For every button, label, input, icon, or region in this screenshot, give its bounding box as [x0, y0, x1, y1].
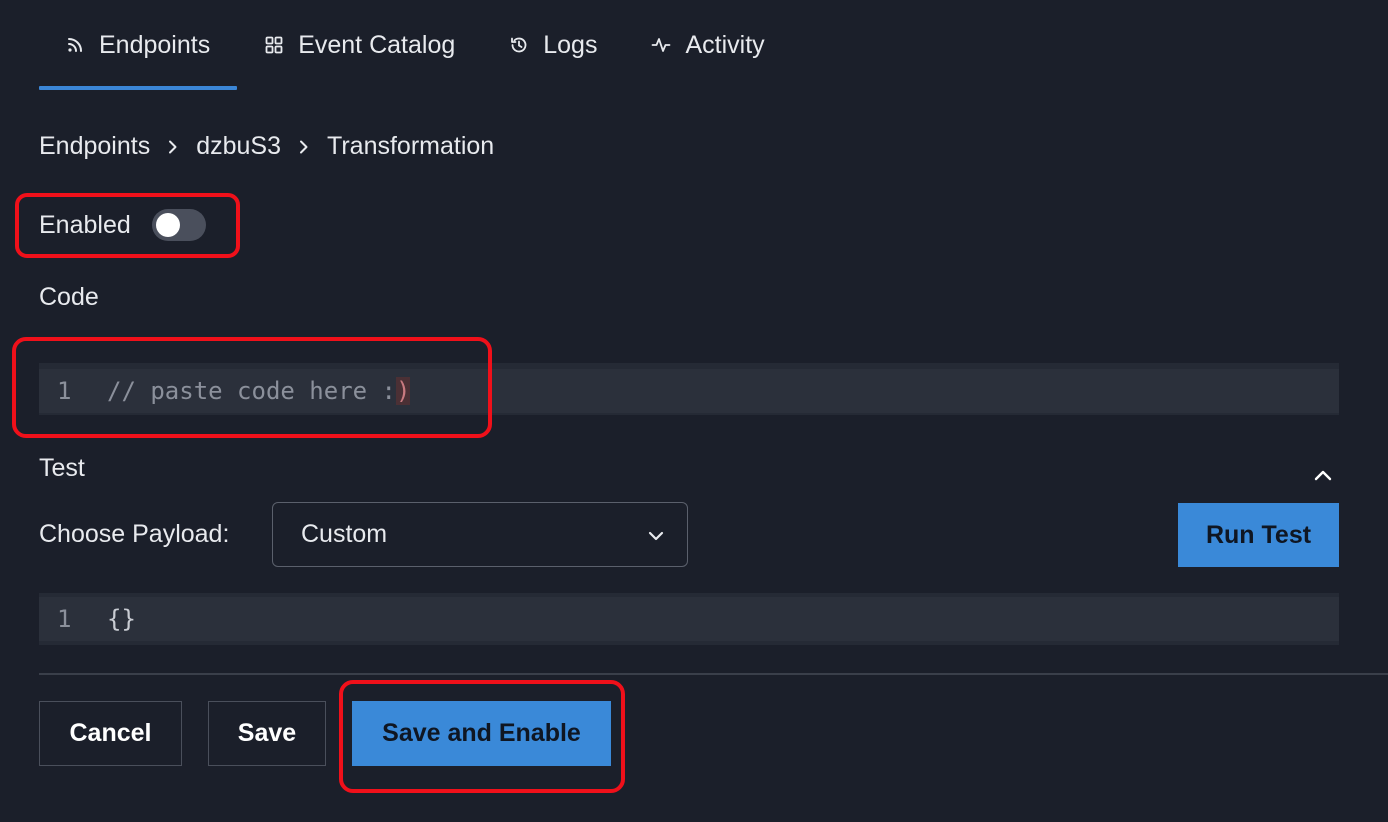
breadcrumb-endpoints[interactable]: Endpoints — [39, 132, 150, 161]
grid-icon — [265, 36, 283, 54]
breadcrumb-endpoint-name[interactable]: dzbuS3 — [196, 132, 281, 161]
save-and-enable-button[interactable]: Save and Enable — [352, 701, 611, 766]
tab-endpoints[interactable]: Endpoints — [39, 0, 238, 90]
save-button[interactable]: Save — [208, 701, 326, 766]
payload-editor[interactable]: 1 {} — [39, 593, 1339, 645]
toggle-knob — [155, 213, 180, 237]
chevron-up-icon[interactable] — [1310, 462, 1336, 488]
code-text: // paste code here :) — [107, 377, 411, 405]
line-number: 1 — [57, 605, 72, 633]
rss-icon — [68, 38, 82, 52]
enabled-row: Enabled — [39, 209, 206, 241]
code-paren: ) — [395, 377, 411, 405]
tab-label: Event Catalog — [298, 30, 456, 59]
activity-icon — [652, 38, 671, 52]
payload-label: Choose Payload: — [39, 520, 230, 548]
code-heading: Code — [39, 283, 99, 311]
line-number: 1 — [57, 377, 72, 405]
code-line: 1 // paste code here :) — [39, 369, 1339, 413]
test-heading: Test — [39, 454, 85, 482]
code-line: 1 {} — [39, 597, 1339, 641]
enabled-toggle[interactable] — [151, 209, 206, 241]
chevron-right-icon — [300, 140, 308, 153]
enabled-label: Enabled — [39, 210, 131, 239]
tab-activity[interactable]: Activity — [624, 0, 791, 90]
payload-select-value: Custom — [301, 520, 388, 548]
breadcrumb-current: Transformation — [327, 132, 495, 160]
divider — [39, 673, 1388, 675]
transformation-page: Endpoints Event Catalog Logs Activity En… — [0, 0, 1388, 822]
cancel-button[interactable]: Cancel — [39, 701, 182, 766]
code-editor[interactable]: 1 // paste code here :) — [39, 363, 1339, 415]
tab-label: Activity — [685, 30, 765, 59]
tab-event-catalog[interactable]: Event Catalog — [237, 0, 482, 90]
chevron-down-icon — [648, 531, 664, 541]
payload-code: {} — [107, 605, 136, 633]
breadcrumb: Endpoints dzbuS3 Transformation — [39, 132, 494, 161]
tab-logs[interactable]: Logs — [482, 0, 624, 90]
history-icon — [511, 37, 527, 53]
chevron-right-icon — [169, 140, 177, 153]
run-test-button[interactable]: Run Test — [1178, 503, 1339, 567]
top-tabs: Endpoints Event Catalog Logs Activity — [39, 0, 792, 90]
tab-label: Logs — [543, 30, 598, 59]
payload-select[interactable]: Custom — [272, 502, 688, 567]
tab-label: Endpoints — [99, 30, 211, 59]
code-comment: // paste code here : — [107, 377, 396, 405]
